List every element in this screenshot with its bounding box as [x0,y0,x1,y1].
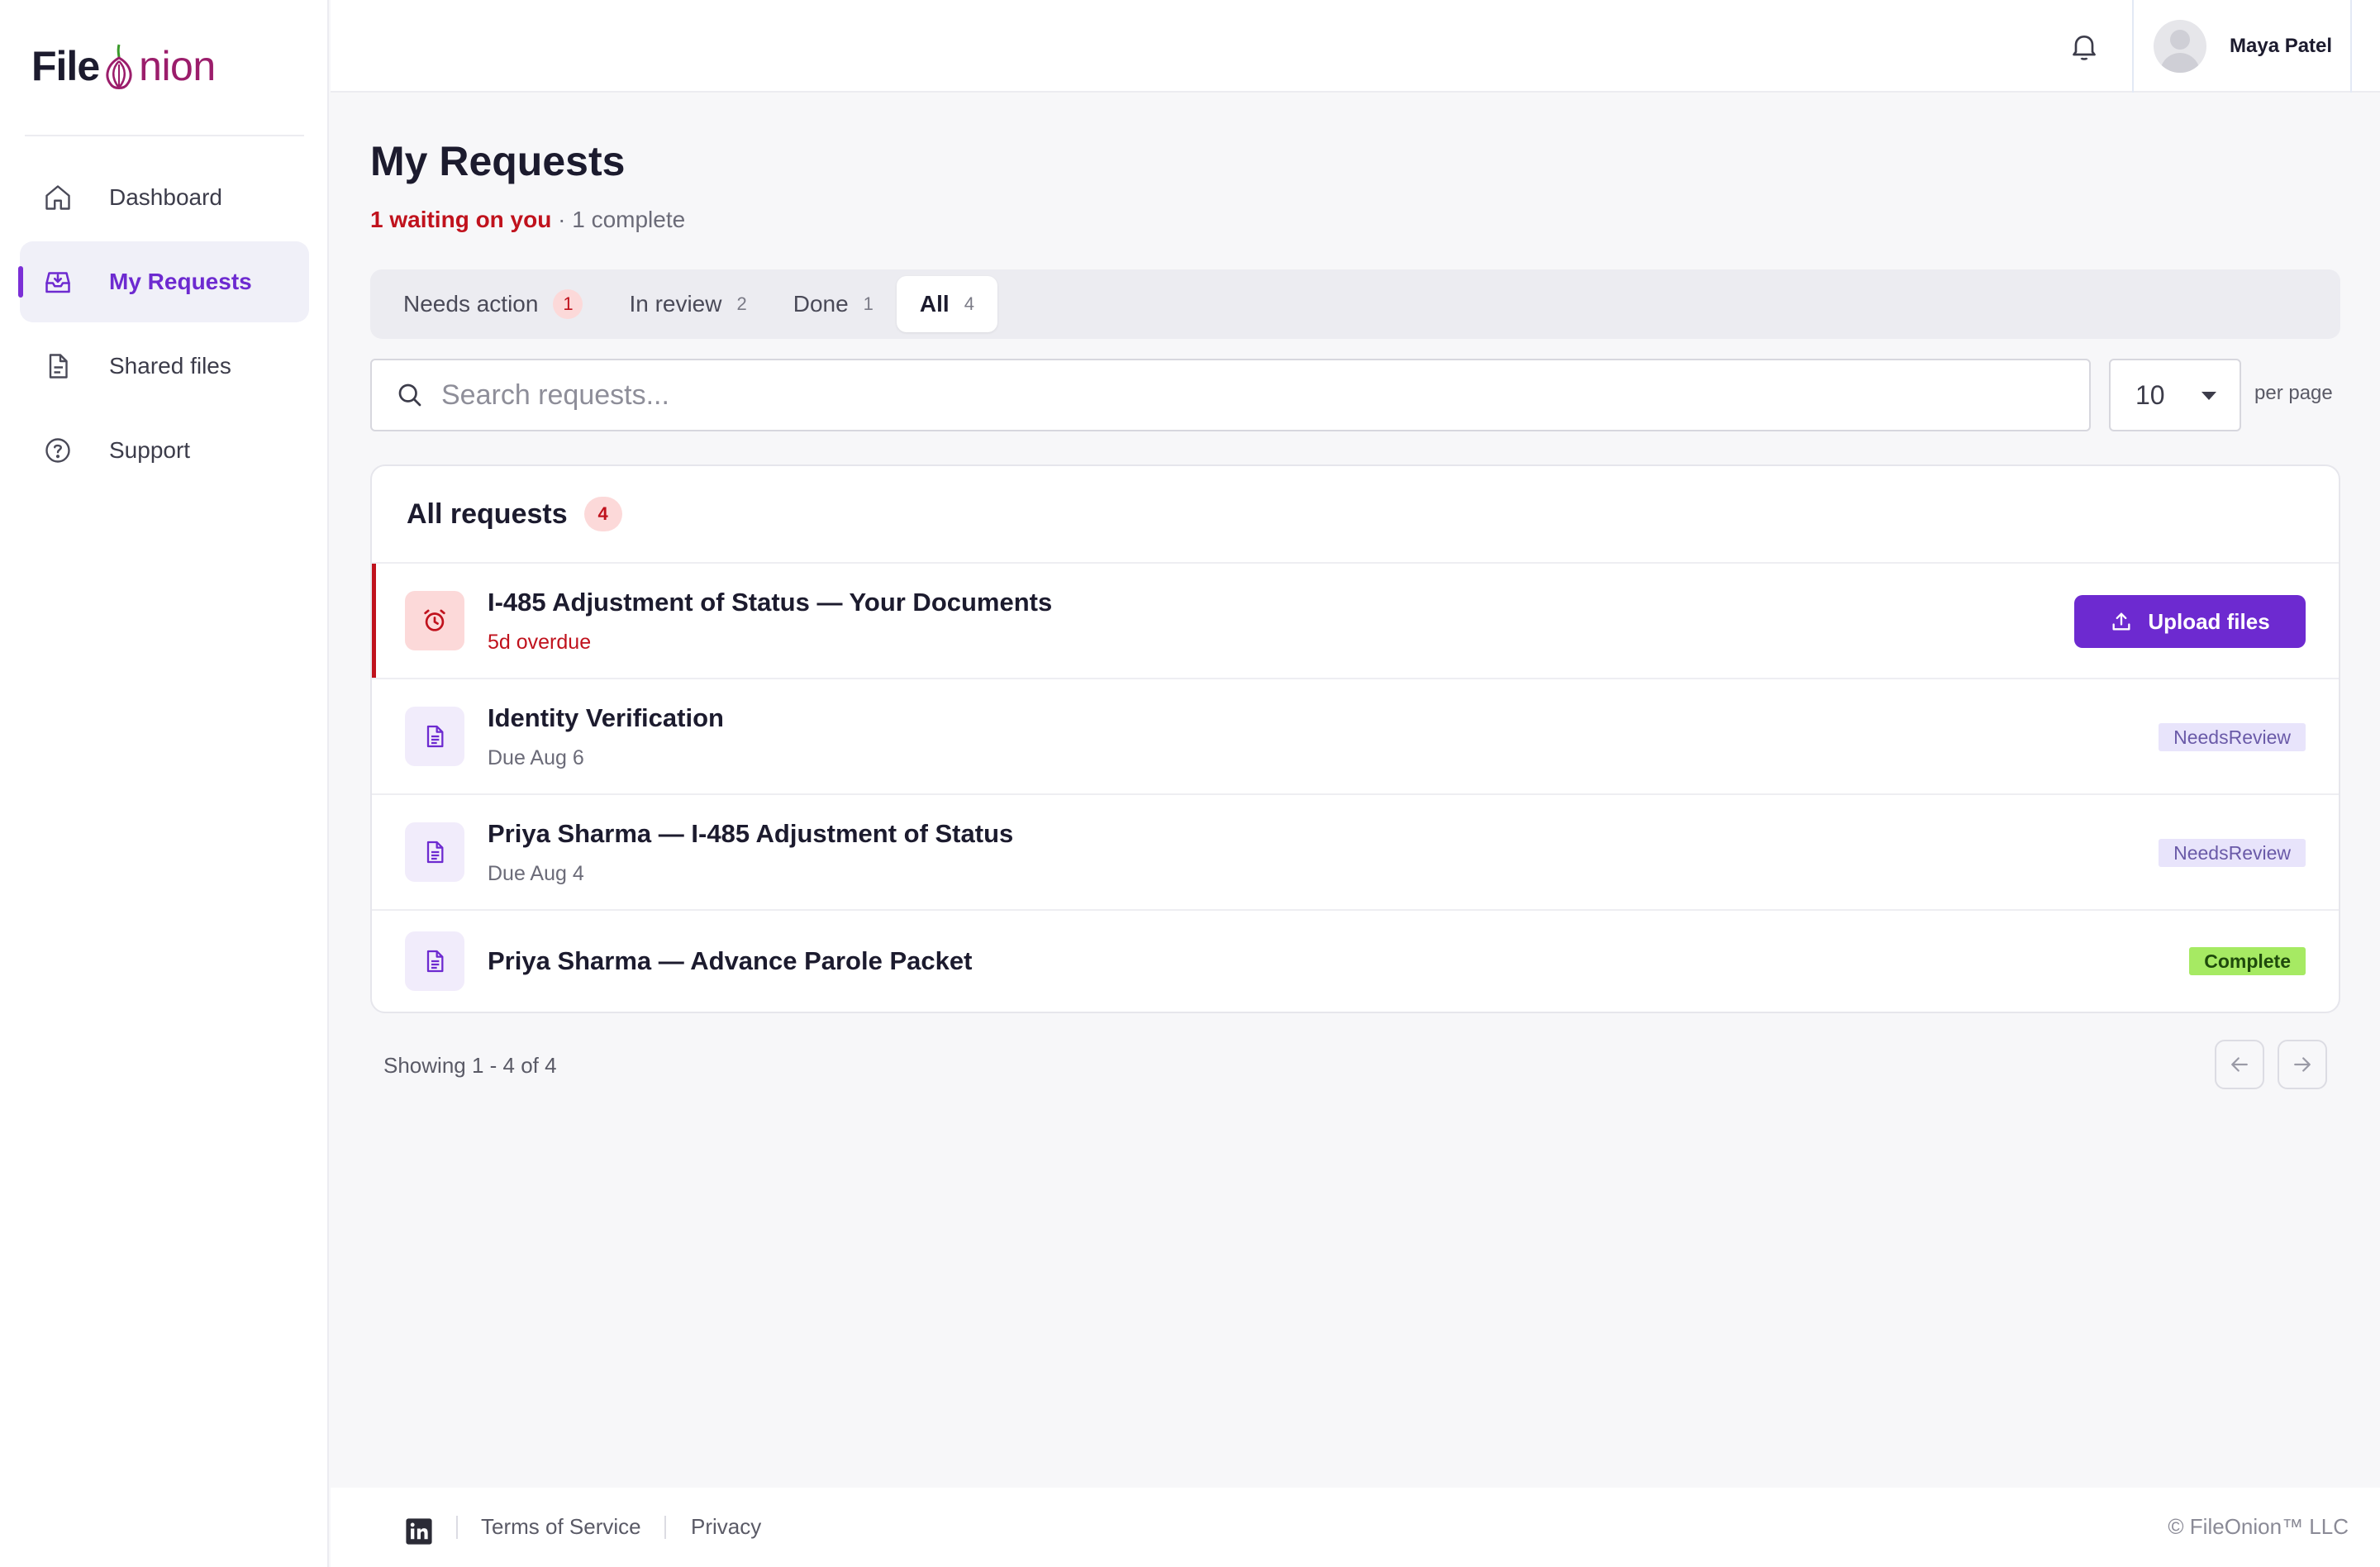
tab-label: Done [793,291,849,317]
arrow-right-icon [2294,1057,2311,1072]
waiting-count-text: 1 waiting on you [370,207,552,232]
avatar [2154,20,2206,73]
document-icon [405,707,464,766]
tab-in-review[interactable]: In review 2 [606,276,769,332]
next-page-button[interactable] [2278,1040,2327,1089]
user-menu[interactable]: Maya Patel [2132,0,2352,93]
top-header: Maya Patel [331,0,2380,93]
request-row[interactable]: Priya Sharma — Advance Parole Packet Com… [372,911,2339,1012]
tab-done[interactable]: Done 1 [770,276,897,332]
home-icon [43,183,73,212]
help-circle-icon [43,436,73,465]
request-due: Due Aug 4 [488,861,584,885]
requests-card: All requests 4 I-485 Adjustment of Statu… [370,464,2340,1013]
complete-count-text: · 1 complete [551,207,686,232]
sidebar-item-shared-files[interactable]: Shared files [20,326,309,407]
status-badge: NeedsReview [2159,839,2306,867]
tab-all[interactable]: All 4 [896,276,997,332]
pagination-summary: Showing 1 - 4 of 4 [383,1053,557,1078]
tab-count: 2 [736,293,747,314]
document-icon [405,822,464,882]
tab-label: All [919,291,950,317]
tab-label: Needs action [403,291,539,317]
request-summary: 1 waiting on you · 1 complete [370,207,685,233]
footer: Terms of Service Privacy © FileOnion™ LL… [331,1488,2380,1567]
sidebar-item-label: Shared files [109,353,231,379]
request-due: Due Aug 6 [488,745,584,769]
sidebar-item-label: Dashboard [109,184,222,210]
user-name: Maya Patel [2230,35,2333,57]
per-page-label: per page [2254,382,2333,404]
footer-divider [456,1516,458,1539]
sidebar-nav: Dashboard My Requests Shared files Suppo… [18,157,309,494]
terms-link[interactable]: Terms of Service [481,1514,641,1540]
request-title: Priya Sharma — Advance Parole Packet [488,946,973,975]
tab-count-badge: 1 [553,289,583,319]
per-page-value: 10 [2135,379,2165,410]
arrow-left-icon [2231,1057,2248,1072]
request-text: I-485 Adjustment of Status — Your Docume… [488,588,1052,655]
request-row[interactable]: Identity Verification Due Aug 6 NeedsRev… [372,679,2339,795]
search-icon [395,380,425,410]
footer-divider [664,1516,666,1539]
sidebar-item-my-requests[interactable]: My Requests [18,241,309,322]
request-title: Identity Verification [488,703,724,732]
bell-icon[interactable] [2068,30,2101,63]
upload-icon [2112,612,2130,631]
logo-text-onion: nion [139,43,216,89]
sidebar-divider [25,135,304,136]
document-icon [405,931,464,991]
requests-count-badge: 4 [583,497,622,531]
status-badge: Complete [2189,947,2306,975]
copyright: © FileOnion™ LLC [2168,1514,2349,1539]
request-text: Priya Sharma — I-485 Adjustment of Statu… [488,819,1013,886]
sidebar: File nion Dashboard My Requests Shared f… [0,0,329,1567]
search-box [370,359,2091,431]
sidebar-item-label: Support [109,437,191,463]
linkedin-icon[interactable] [405,1517,433,1546]
inbox-icon [43,267,73,297]
tab-label: In review [629,291,722,317]
logo-text-file: File [31,43,100,89]
request-title: Priya Sharma — I-485 Adjustment of Statu… [488,818,1014,848]
search-input[interactable] [441,379,2078,412]
request-row[interactable]: Priya Sharma — I-485 Adjustment of Statu… [372,795,2339,911]
onion-icon [106,44,132,89]
page-title: My Requests [370,138,626,184]
request-row-overdue[interactable]: I-485 Adjustment of Status — Your Docume… [372,564,2339,679]
request-text: Priya Sharma — Advance Parole Packet [488,946,972,976]
requests-card-header: All requests 4 [372,466,2339,564]
chevron-down-icon [2202,392,2216,400]
sidebar-item-label: My Requests [109,269,252,294]
request-due: 5d overdue [488,630,592,654]
request-title: I-485 Adjustment of Status — Your Docume… [488,587,1053,617]
request-text: Identity Verification Due Aug 6 [488,703,724,770]
tab-count: 4 [964,293,974,314]
tab-needs-action[interactable]: Needs action 1 [380,276,606,332]
status-badge: NeedsReview [2159,723,2306,751]
requests-card-title: All requests [407,498,568,530]
alarm-clock-icon [405,591,464,650]
sidebar-item-support[interactable]: Support [20,410,309,491]
upload-files-button[interactable]: Upload files [2074,595,2306,648]
per-page-select[interactable]: 10 [2109,359,2241,431]
upload-files-label: Upload files [2148,608,2270,634]
logo[interactable]: File nion [31,33,216,99]
sidebar-item-dashboard[interactable]: Dashboard [20,157,309,238]
filter-tabs: Needs action 1 In review 2 Done 1 All 4 [370,269,2340,339]
privacy-link[interactable]: Privacy [691,1514,761,1540]
tab-count: 1 [863,293,873,314]
previous-page-button[interactable] [2215,1040,2264,1089]
file-icon [43,351,73,381]
